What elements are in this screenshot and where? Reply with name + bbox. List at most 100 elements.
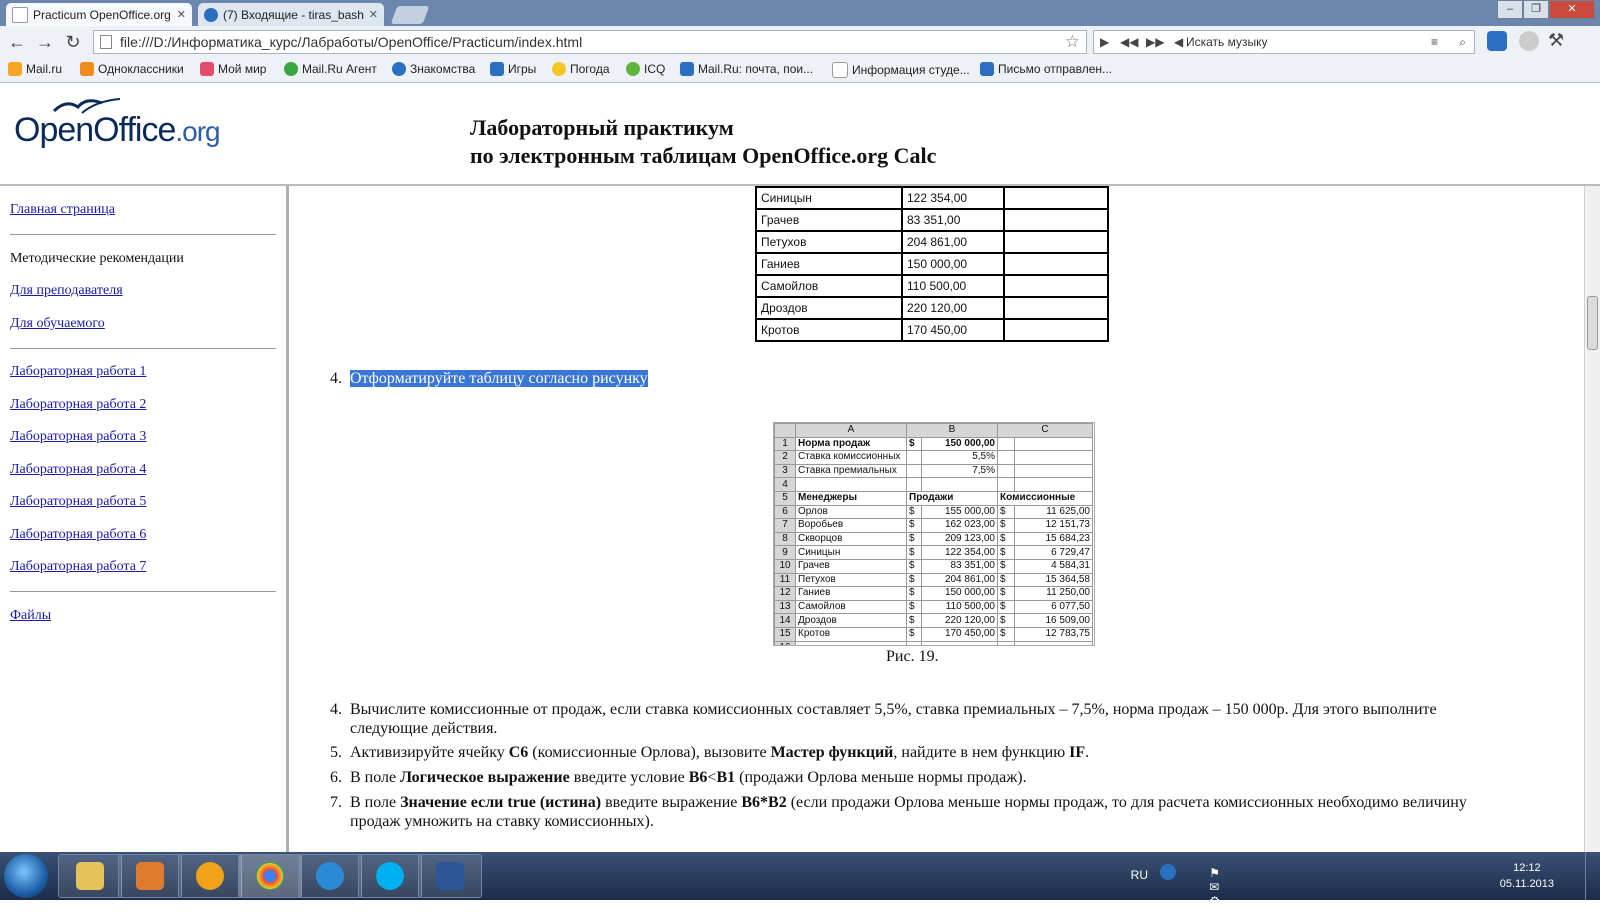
- spreadsheet-figure: A B C 1 Норма продаж $150 000,00 2 Ставка ко…: [773, 422, 1095, 646]
- table-row: Самойлов 110 500,00: [755, 274, 1109, 298]
- taskbar-word[interactable]: [418, 854, 482, 898]
- selected-text[interactable]: Отформатируйте таблицу согласно рисунку: [350, 370, 648, 387]
- sidebar-link-student[interactable]: Для обучаемого: [10, 316, 105, 332]
- language-indicator[interactable]: RU: [1131, 868, 1148, 882]
- vertical-scrollbar[interactable]: [1584, 186, 1600, 852]
- figure-row: 5 Менеджеры Продажи Комиссионные: [774, 490, 1093, 506]
- figure-row: 13 Самойлов $110 500,00 $6 077,50: [774, 599, 1094, 615]
- figure-row: 8 Скворцов $209 123,00 $15 684,23: [774, 531, 1094, 547]
- sidebar-link-files[interactable]: Файлы: [10, 608, 51, 624]
- bookmark-znakomstva[interactable]: Знакомства: [392, 62, 475, 76]
- taskbar-chrome[interactable]: [238, 854, 302, 898]
- games-icon: [490, 62, 504, 76]
- menu-icon[interactable]: ≡: [1431, 31, 1438, 53]
- sidebar-heading-methodical: Методические рекомендации: [10, 251, 184, 266]
- music-search-input[interactable]: Искать музыку: [1186, 31, 1268, 53]
- taskbar-mail-agent[interactable]: [178, 854, 242, 898]
- reload-icon[interactable]: ↻: [62, 31, 84, 53]
- tray-icons[interactable]: ⚑ ✉ ⚙ ♪: [1209, 866, 1220, 922]
- page-header: OpenOffice.org Лабораторный практикум по…: [0, 83, 1600, 186]
- close-tab-icon[interactable]: ✕: [177, 8, 186, 21]
- close-tab-icon[interactable]: ✕: [369, 8, 378, 21]
- sidebar-link-home[interactable]: Главная страница: [10, 202, 115, 218]
- taskbar-media-player[interactable]: [118, 854, 182, 898]
- agent-icon: [284, 62, 298, 76]
- bookmark-mail-agent[interactable]: Mail.Ru Агент: [284, 62, 377, 76]
- bookmark-igry[interactable]: Игры: [490, 62, 536, 76]
- step-paragraph: 4. Вычислите комиссионные от продаж, есл…: [330, 701, 1437, 737]
- forward-icon[interactable]: →: [34, 31, 56, 53]
- browser-toolbar: ← → ↻ file:///D:/Информатика_курс/Лабраб…: [0, 26, 1600, 59]
- minimize-button[interactable]: –: [1497, 0, 1523, 19]
- search-icon[interactable]: ⌕: [1459, 31, 1466, 53]
- sidebar-link-lab-1[interactable]: Лабораторная работа 1: [10, 364, 146, 380]
- speaker-icon: ◀: [1174, 35, 1184, 49]
- windows-taskbar: RU ⚑ ✉ ⚙ ♪ 12:12 05.11.2013: [0, 852, 1600, 922]
- bookmark-moi-mir[interactable]: Мой мир: [200, 62, 266, 76]
- figure-row: 6 Орлов $155 000,00 $11 625,00: [774, 504, 1094, 520]
- sidebar-link-lab-7[interactable]: Лабораторная работа 7: [10, 559, 146, 575]
- media-player-icon: [136, 862, 164, 890]
- step-paragraph: 5. Активизируйте ячейку С6 (комиссионные…: [330, 744, 1090, 761]
- table-row: Синицын 122 354,00: [755, 186, 1109, 210]
- tab-title: (7) Входящие - tiras_bash: [223, 7, 364, 22]
- extension-icon[interactable]: [1519, 31, 1539, 51]
- taskbar-explorer[interactable]: [58, 854, 122, 898]
- sidebar-link-lab-3[interactable]: Лабораторная работа 3: [10, 429, 146, 445]
- skype-icon: [376, 862, 404, 890]
- sidebar-link-lab-4[interactable]: Лабораторная работа 4: [10, 462, 146, 478]
- openoffice-logo[interactable]: OpenOffice.org: [14, 111, 221, 150]
- tab-practicum[interactable]: Practicum OpenOffice.org ✕: [6, 3, 192, 26]
- sidebar-link-teacher[interactable]: Для преподавателя: [10, 283, 123, 299]
- odnoklassniki-icon: [80, 62, 94, 76]
- tab-inbox[interactable]: (7) Входящие - tiras_bash ✕: [198, 3, 384, 26]
- music-search-box[interactable]: ▶ ◀◀ ▶▶ ◀ Искать музыку ≡ ⌕: [1093, 30, 1475, 54]
- figure-row: 7 Воробьев $162 023,00 $12 151,73: [774, 518, 1094, 533]
- clock[interactable]: 12:12 05.11.2013: [1500, 860, 1554, 892]
- figure-row: 11 Петухов $204 861,00 $15 364,58: [774, 572, 1094, 588]
- moi-mir-icon: [200, 62, 214, 76]
- back-icon[interactable]: ←: [6, 31, 28, 53]
- close-window-button[interactable]: ✕: [1549, 0, 1595, 19]
- bookmark-pogoda[interactable]: Погода: [552, 62, 610, 76]
- icq-icon: [626, 62, 640, 76]
- bookmark-mail-pochta[interactable]: Mail.Ru: почта, пои...: [680, 62, 813, 76]
- page-title-line2: по электронным таблицам OpenOffice.org C…: [470, 143, 937, 168]
- figure-row: 2 Ставка комиссионных 5,5%: [774, 450, 1094, 465]
- bookmark-icq[interactable]: ICQ: [626, 62, 665, 76]
- taskbar-internet-explorer[interactable]: [298, 854, 362, 898]
- wrench-icon[interactable]: ⚒: [1548, 30, 1564, 51]
- help-icon[interactable]: [1160, 864, 1176, 880]
- next-icon[interactable]: ▶▶: [1146, 31, 1164, 53]
- bookmark-star-icon[interactable]: ☆: [1065, 31, 1080, 53]
- bookmark-mail-ru[interactable]: Mail.ru: [8, 62, 62, 76]
- previous-icon[interactable]: ◀◀: [1120, 31, 1138, 53]
- bookmark-info-student[interactable]: Информация студе...: [832, 62, 970, 78]
- sidebar-link-lab-5[interactable]: Лабораторная работа 5: [10, 494, 146, 510]
- divider: [10, 234, 276, 235]
- mail-agent-icon[interactable]: [1487, 31, 1507, 51]
- bookmark-letter-sent[interactable]: Письмо отправлен...: [980, 62, 1112, 76]
- start-button[interactable]: [4, 854, 48, 898]
- show-desktop-button[interactable]: [1585, 852, 1600, 900]
- taskbar-skype[interactable]: [358, 854, 422, 898]
- sidebar-link-lab-6[interactable]: Лабораторная работа 6: [10, 527, 146, 543]
- new-tab-button[interactable]: [390, 6, 430, 24]
- internet-explorer-icon: [316, 862, 344, 890]
- mail-ru-icon: [8, 62, 22, 76]
- step-paragraph: 6. В поле Логическое выражение введите у…: [330, 769, 1027, 786]
- figure-row: 1 Норма продаж $150 000,00: [774, 436, 1094, 452]
- scrollbar-thumb[interactable]: [1587, 296, 1598, 350]
- step-4-item: 4. Отформатируйте таблицу согласно рисунк…: [322, 370, 648, 388]
- table-row: Кротов 170 450,00: [755, 318, 1109, 342]
- sales-table: Синицын 122 354,00 Грачев 83 351,00 Петухо…: [755, 186, 1109, 342]
- mail-at-icon: [204, 7, 218, 22]
- address-bar[interactable]: file:///D:/Информатика_курс/Лабработы/Op…: [93, 30, 1087, 54]
- divider: [10, 348, 276, 349]
- maximize-button[interactable]: ❐: [1523, 0, 1549, 19]
- figure-caption: Рис. 19.: [886, 648, 939, 665]
- sidebar-link-lab-2[interactable]: Лабораторная работа 2: [10, 397, 146, 413]
- play-icon[interactable]: ▶: [1100, 31, 1109, 53]
- bookmark-odnoklassniki[interactable]: Одноклассники: [80, 62, 184, 76]
- table-row: Дроздов 220 120,00: [755, 296, 1109, 320]
